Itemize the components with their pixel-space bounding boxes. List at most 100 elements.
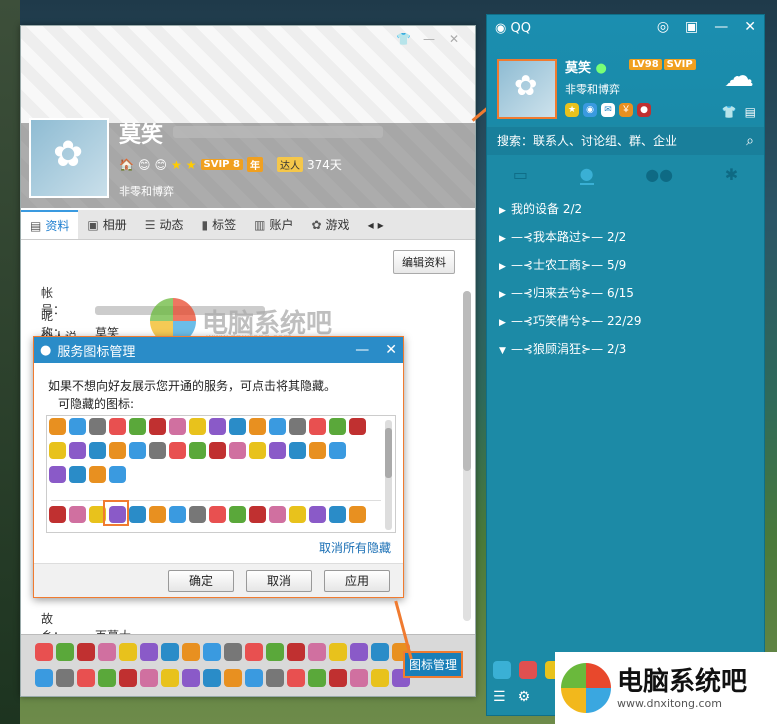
tab-feed[interactable]: ☰ 动态 — [136, 210, 193, 239]
service-icon[interactable] — [140, 669, 158, 687]
service-icon[interactable] — [109, 418, 126, 435]
service-icon[interactable] — [161, 643, 179, 661]
qq-nickname[interactable]: 莫笑 ● — [565, 57, 607, 76]
service-icon[interactable] — [289, 506, 306, 523]
service-icon[interactable] — [329, 669, 347, 687]
service-icon[interactable] — [189, 442, 206, 459]
service-icon[interactable] — [329, 506, 346, 523]
apply-button[interactable]: 应用 — [324, 570, 390, 592]
home-icon[interactable]: 🏠 — [119, 158, 134, 172]
service-icon[interactable] — [169, 418, 186, 435]
tab-scroll-arrows[interactable]: ◂ ▸ — [359, 210, 393, 239]
unhide-all-link[interactable]: 取消所有隐藏 — [319, 539, 391, 556]
minimize-icon[interactable]: — — [423, 32, 435, 46]
service-icon[interactable] — [209, 506, 226, 523]
svip-badge[interactable]: SVIP 8 — [200, 159, 243, 170]
friends-icon[interactable] — [519, 661, 537, 679]
contact-group[interactable]: ▼ —⊰狼顾涓狂⊱— 2/3 — [499, 339, 642, 367]
service-icon[interactable] — [129, 442, 146, 459]
contact-group[interactable]: ▶ 我的设备 2/2 — [499, 199, 642, 227]
service-icon[interactable] — [169, 442, 186, 459]
daren-badge[interactable]: 达人 — [276, 157, 303, 172]
zone-icon[interactable]: ◉ — [583, 103, 597, 117]
smile-icon[interactable]: 😊 — [154, 158, 167, 172]
service-icon[interactable] — [308, 669, 326, 687]
cancel-button[interactable]: 取消 — [246, 570, 312, 592]
qq-search-bar[interactable]: 搜索：联系人、讨论组、群、企业 ⌕ — [487, 127, 764, 155]
service-icon[interactable] — [269, 418, 286, 435]
service-icon[interactable] — [69, 442, 86, 459]
service-icon[interactable] — [229, 442, 246, 459]
app-manager-icon[interactable]: ▤ — [745, 105, 756, 119]
service-icon[interactable] — [289, 442, 306, 459]
contact-group[interactable]: ▶ —⊰巧笑倩兮⊱— 22/29 — [499, 311, 642, 339]
chevron-right-icon[interactable]: ▶ — [499, 285, 511, 305]
contact-group[interactable]: ▶ —⊰我本路过⊱— 2/2 — [499, 227, 642, 255]
service-icon[interactable] — [269, 506, 286, 523]
service-icon[interactable] — [149, 442, 166, 459]
smile-icon[interactable]: 😊 — [138, 158, 151, 172]
service-icon[interactable] — [119, 643, 137, 661]
service-icon[interactable] — [182, 669, 200, 687]
ok-button[interactable]: 确定 — [168, 570, 234, 592]
service-icon[interactable] — [245, 669, 263, 687]
service-icon[interactable] — [129, 418, 146, 435]
service-icon[interactable] — [224, 669, 242, 687]
service-icon[interactable] — [89, 466, 106, 483]
service-icon[interactable] — [266, 643, 284, 661]
mail-icon[interactable]: ✉ — [601, 103, 615, 117]
service-icon[interactable] — [189, 418, 206, 435]
selected-icon-highlight[interactable] — [103, 500, 129, 526]
service-icon[interactable] — [309, 506, 326, 523]
service-icon[interactable] — [169, 506, 186, 523]
service-icon[interactable] — [229, 506, 246, 523]
service-icon[interactable] — [49, 466, 66, 483]
service-icon[interactable] — [349, 506, 366, 523]
service-icon[interactable] — [69, 506, 86, 523]
close-icon[interactable]: ✕ — [449, 32, 459, 46]
service-icon[interactable] — [189, 506, 206, 523]
service-icon[interactable] — [35, 643, 53, 661]
svip-badge[interactable]: SVIP — [663, 59, 696, 70]
service-icon[interactable] — [49, 506, 66, 523]
service-icon[interactable] — [329, 442, 346, 459]
qq-avatar[interactable] — [497, 59, 557, 119]
tab-messages-icon[interactable]: ▭ — [513, 165, 528, 184]
service-icon[interactable] — [350, 643, 368, 661]
service-icon[interactable] — [249, 442, 266, 459]
service-icon[interactable] — [89, 442, 106, 459]
service-icon[interactable] — [224, 643, 242, 661]
service-icon[interactable] — [350, 669, 368, 687]
service-icon[interactable] — [140, 643, 158, 661]
service-icon[interactable] — [129, 506, 146, 523]
service-icon[interactable] — [109, 466, 126, 483]
service-icon[interactable] — [209, 442, 226, 459]
service-icon[interactable] — [89, 418, 106, 435]
avatar[interactable] — [29, 118, 109, 198]
search-icon[interactable]: ⌕ — [746, 127, 754, 155]
chevron-right-icon[interactable]: ▶ — [499, 229, 511, 249]
year-badge[interactable]: 年 — [246, 157, 263, 172]
close-icon[interactable]: ✕ — [385, 342, 397, 358]
service-icon[interactable] — [266, 669, 284, 687]
service-icon[interactable] — [349, 418, 366, 435]
icon-grid-scrollbar[interactable] — [385, 420, 392, 530]
contact-group[interactable]: ▶ —⊰士农工商⊱— 5/9 — [499, 255, 642, 283]
qzone-icon[interactable] — [493, 661, 511, 679]
service-icon[interactable] — [98, 643, 116, 661]
menu-icon[interactable]: ☰ — [493, 689, 506, 705]
skin-icon[interactable]: 👕 — [396, 32, 411, 46]
contact-group[interactable]: ▶ —⊰归来去兮⊱— 6/15 — [499, 283, 642, 311]
tab-games[interactable]: ✿ 游戏 — [302, 210, 358, 239]
chevron-right-icon[interactable]: ▸ — [378, 210, 384, 240]
settings-icon[interactable]: ⚙ — [518, 689, 531, 705]
star-icon[interactable]: ★ — [171, 158, 182, 172]
service-icon[interactable] — [269, 442, 286, 459]
service-icon[interactable] — [119, 669, 137, 687]
service-icon[interactable] — [203, 643, 221, 661]
medal-icon[interactable]: ◎ — [657, 19, 669, 35]
level-badge[interactable]: LV98 — [629, 59, 662, 70]
tab-account[interactable]: ▥ 账户 — [245, 210, 302, 239]
wallet-icon[interactable]: ￥ — [619, 103, 633, 117]
minimize-icon[interactable]: — — [714, 19, 728, 35]
